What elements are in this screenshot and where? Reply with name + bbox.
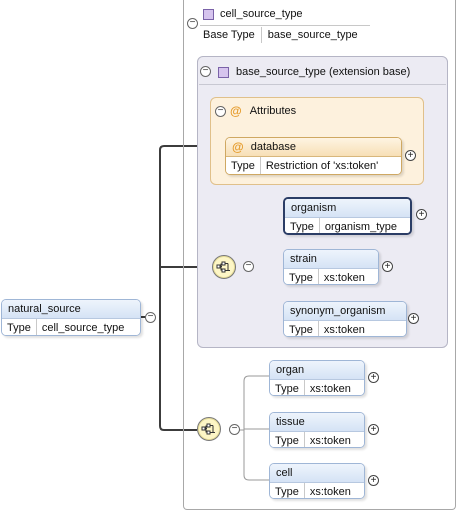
complex-type-name: cell_source_type — [220, 8, 303, 20]
expand-cell-button[interactable]: + — [368, 475, 379, 486]
complex-type-header: cell_source_type — [203, 4, 303, 24]
type-value: Restriction of 'xs:token' — [265, 160, 379, 172]
collapse-sequence-button[interactable]: − — [243, 261, 254, 272]
element-cell[interactable]: cell Type xs:token — [269, 463, 365, 499]
attributes-title: Attributes — [249, 105, 297, 117]
attributes-header: @ Attributes — [230, 103, 296, 119]
element-strain[interactable]: strain Type xs:token — [283, 249, 379, 285]
root-element-natural-source[interactable]: natural_source Type cell_source_type — [1, 299, 141, 336]
element-name: tissue — [276, 416, 305, 428]
attribute-name: database — [250, 141, 296, 153]
collapse-attributes-button[interactable]: − — [215, 106, 226, 117]
type-value: cell_source_type — [41, 322, 125, 334]
element-organism[interactable]: organism Type organism_type — [283, 197, 412, 235]
expand-synonym-organism-button[interactable]: + — [408, 313, 419, 324]
type-label: Type — [285, 218, 320, 233]
type-value: xs:token — [323, 272, 365, 284]
type-label: Type — [2, 319, 37, 335]
element-organ[interactable]: organ Type xs:token — [269, 360, 365, 396]
attribute-at-icon: @ — [230, 104, 242, 118]
element-tissue[interactable]: tissue Type xs:token — [269, 412, 365, 448]
expand-organism-button[interactable]: + — [416, 209, 427, 220]
base-type-label: Base Type — [200, 27, 262, 43]
attribute-database[interactable]: @ database Type Restriction of 'xs:token… — [225, 137, 402, 175]
type-label: Type — [270, 483, 305, 498]
type-value: xs:token — [309, 486, 351, 498]
sequence-compositor[interactable] — [212, 255, 236, 279]
element-synonym-organism[interactable]: synonym_organism Type xs:token — [283, 301, 407, 337]
type-label: Type — [270, 432, 305, 447]
type-value: xs:token — [323, 324, 365, 336]
expand-tissue-button[interactable]: + — [368, 424, 379, 435]
type-label: Type — [284, 269, 319, 284]
collapse-extension-button[interactable]: − — [200, 66, 211, 77]
expand-strain-button[interactable]: + — [382, 261, 393, 272]
element-name: cell — [276, 467, 293, 479]
complex-type-icon — [218, 66, 229, 78]
type-value: xs:token — [309, 383, 351, 395]
type-value: organism_type — [324, 221, 398, 233]
expand-attribute-button[interactable]: + — [405, 150, 416, 161]
type-value: xs:token — [309, 435, 351, 447]
type-label: Type — [284, 321, 319, 336]
attribute-at-icon: @ — [232, 140, 244, 154]
complex-type-icon — [203, 8, 214, 20]
sequence-compositor[interactable] — [197, 417, 221, 441]
sequence-icon — [216, 261, 230, 273]
collapse-sequence-button[interactable]: − — [229, 424, 240, 435]
extension-header: base_source_type (extension base) — [218, 63, 410, 81]
element-name: organ — [276, 364, 305, 376]
collapse-root-button[interactable]: − — [145, 312, 156, 323]
sequence-icon — [201, 423, 215, 435]
element-name: synonym_organism — [290, 305, 386, 317]
base-type-value: base_source_type — [267, 29, 358, 41]
expand-organ-button[interactable]: + — [368, 372, 379, 383]
element-name: organism — [291, 202, 337, 214]
base-type-row: Base Type base_source_type — [200, 26, 370, 44]
type-label: Type — [270, 380, 305, 395]
element-name: strain — [290, 253, 317, 265]
divider — [199, 84, 446, 85]
element-name: natural_source — [8, 303, 81, 315]
type-label: Type — [226, 157, 261, 174]
extension-title: base_source_type (extension base) — [236, 66, 411, 78]
collapse-complex-type-button[interactable]: − — [187, 18, 198, 29]
